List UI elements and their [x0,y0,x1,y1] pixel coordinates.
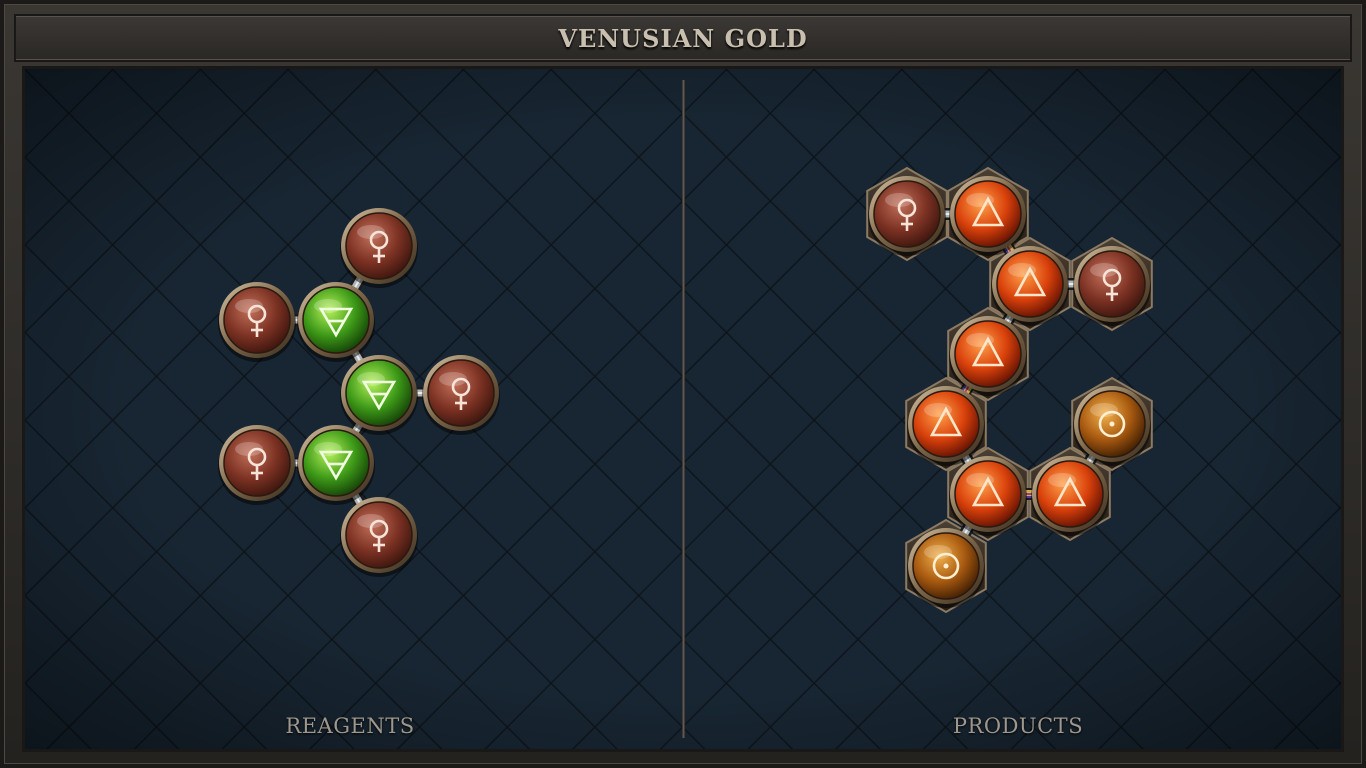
atom-layer [218,176,1151,608]
copper-atom [340,208,418,288]
fire-atom [949,456,1027,536]
fire-atom [907,386,985,466]
products-label: PRODUCTS [952,714,1084,738]
copper-atom [218,425,296,505]
earth-atom [340,355,418,435]
copper-atom [340,497,418,577]
gold-atom [1073,386,1151,466]
copper-atom [218,282,296,362]
reagents-label: REAGENTS [285,714,415,738]
molecule-layer [218,166,1153,614]
copper-atom [868,176,946,256]
fire-atom [949,316,1027,396]
earth-atom [297,425,375,505]
gold-atom [907,528,985,608]
fire-atom [949,176,1027,256]
fire-atom [1031,456,1109,536]
copper-atom [1073,246,1151,326]
earth-atom [297,282,375,362]
fire-atom [991,246,1069,326]
copper-atom [422,355,500,435]
